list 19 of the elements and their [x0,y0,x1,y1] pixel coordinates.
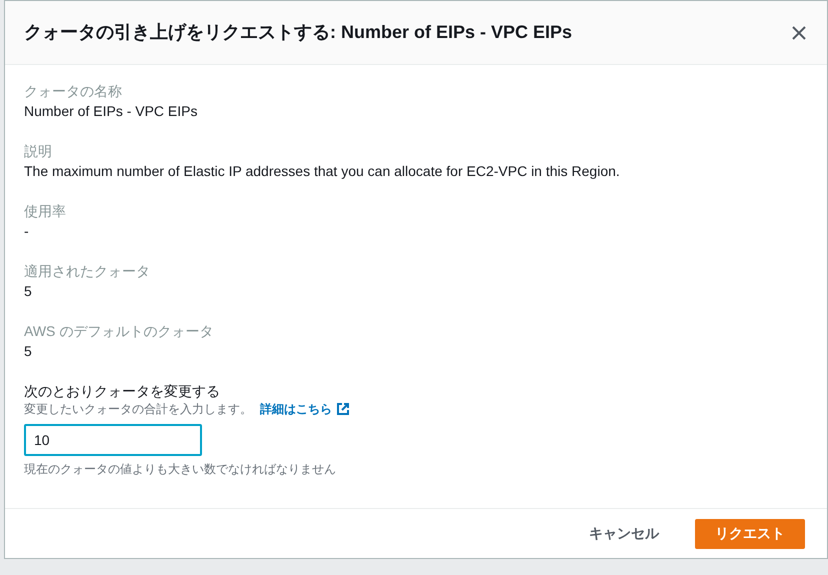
field-label: AWS のデフォルトのクォータ [24,322,214,341]
field-label: 説明 [24,142,53,161]
field-label: 次のとおりクォータを変更する [24,382,221,401]
field-label: 使用率 [24,202,67,221]
field-value: 5 [24,282,33,301]
cancel-button[interactable]: キャンセル [587,518,661,548]
field-value: - [24,222,30,241]
field-hint: 変更したいクォータの合計を入力します。 [24,401,252,417]
quota-input[interactable]: 10 [24,424,202,456]
field-value: The maximum number of Elastic IP addresses that you can allocate for EC2-VPC in this Region. [24,162,621,181]
dialog-title: クォータの引き上げをリクエストする: Number of EIPs - VPC EIPs [24,21,572,44]
field-value: Number of EIPs - VPC EIPs [24,102,198,121]
learn-more-link[interactable]: 詳細はこちら [260,401,332,417]
close-icon[interactable] [791,24,807,40]
constraint-text: 現在のクォータの値よりも大きい数でなければなりません [24,461,337,477]
field-label: クォータの名称 [24,82,123,101]
external-link-icon [336,402,350,416]
field-value: 5 [24,342,33,361]
field-label: 適用されたクォータ [24,262,151,281]
